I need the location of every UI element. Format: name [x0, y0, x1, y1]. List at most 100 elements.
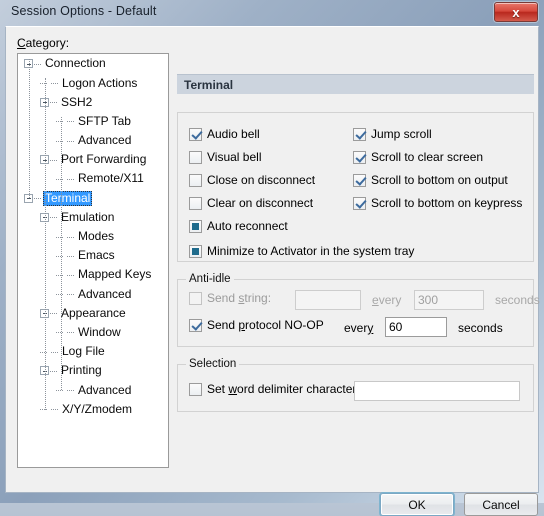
window-title: Session Options - Default: [11, 4, 157, 18]
tree-item-label: Emacs: [78, 248, 115, 263]
checkbox-label-scroll-to-clear-screen: Scroll to clear screen: [371, 150, 484, 164]
tree-item-label: SSH2: [61, 94, 93, 109]
tree-item-connection[interactable]: Connection: [18, 54, 168, 73]
tree-item-emulation[interactable]: Emulation: [18, 208, 168, 227]
selection-title: Selection: [186, 358, 240, 370]
title-bar: Session Options - Default x: [0, 0, 544, 28]
checkbox-clear-on-disconnect[interactable]: [189, 196, 202, 210]
send-string-every-label: every: [372, 293, 402, 307]
checkbox-scroll-to-clear-screen[interactable]: [353, 150, 366, 164]
checkbox-label-auto-reconnect: Auto reconnect: [207, 219, 288, 233]
send-string-seconds-label: seconds: [495, 293, 540, 307]
checkbox-label-audio-bell: Audio bell: [207, 127, 260, 141]
tree-item-label: Mapped Keys: [78, 267, 152, 282]
selection-group: Selection Set word delimiter characters:: [177, 358, 534, 412]
tree-item-label: Port Forwarding: [61, 152, 147, 167]
send-noop-interval-input[interactable]: [385, 317, 447, 337]
tree-item-label: Window: [78, 324, 121, 339]
tree-item-mapped-keys[interactable]: Mapped Keys: [18, 265, 168, 284]
tree-item-label: Emulation: [61, 209, 115, 224]
tree-item-advanced[interactable]: Advanced: [18, 380, 168, 399]
checkbox-row-scroll-to-clear-screen: Scroll to clear screen: [353, 150, 483, 164]
checkbox-audio-bell[interactable]: [189, 127, 202, 141]
checkbox-jump-scroll[interactable]: [353, 127, 366, 141]
checkbox-label-jump-scroll: Jump scroll: [371, 127, 432, 141]
ok-button[interactable]: OK: [380, 493, 454, 516]
tree-item-x-y-zmodem[interactable]: X/Y/Zmodem: [18, 399, 168, 418]
tree-item-label: X/Y/Zmodem: [62, 401, 133, 416]
close-glyph: x: [512, 4, 520, 20]
anti-idle-title: Anti-idle: [186, 273, 234, 285]
tree-item-ssh2[interactable]: SSH2: [18, 92, 168, 111]
set-word-delimiter-checkbox[interactable]: [189, 382, 202, 396]
tree-item-remote-x11[interactable]: Remote/X11: [18, 169, 168, 188]
terminal-options-group: Audio bell Visual bell Close on disconnect…: [177, 112, 534, 262]
tree-item-appearance[interactable]: Appearance: [18, 303, 168, 322]
tree-item-label: Advanced: [78, 286, 132, 301]
tree-item-printing[interactable]: Printing: [18, 361, 168, 380]
tree-item-label: Logon Actions: [62, 75, 138, 90]
word-delimiter-input[interactable]: [354, 381, 520, 401]
checkbox-label-scroll-to-bottom-on-keypress: Scroll to bottom on keypress: [371, 196, 523, 210]
cancel-button[interactable]: Cancel: [464, 493, 538, 516]
tree-item-emacs[interactable]: Emacs: [18, 246, 168, 265]
tree-item-terminal[interactable]: Terminal: [18, 188, 168, 207]
anti-idle-group: Anti-idle Send string: every seconds Sen…: [177, 273, 540, 347]
tree-item-label: Modes: [78, 229, 115, 244]
tree-item-logon-actions[interactable]: Logon Actions: [18, 73, 168, 92]
tree-item-label: SFTP Tab: [78, 113, 131, 128]
checkbox-row-scroll-to-bottom-on-output: Scroll to bottom on output: [353, 173, 508, 187]
checkbox-row-close-on-disconnect: Close on disconnect: [189, 173, 315, 187]
tree-item-log-file[interactable]: Log File: [18, 342, 168, 361]
checkbox-row-auto-reconnect: Auto reconnect: [189, 219, 288, 233]
send-string-input[interactable]: [295, 290, 361, 310]
send-noop-seconds-label: seconds: [458, 321, 503, 335]
tree-item-window[interactable]: Window: [18, 323, 168, 342]
checkbox-label-clear-on-disconnect: Clear on disconnect: [207, 196, 314, 210]
tree-item-advanced[interactable]: Advanced: [18, 131, 168, 150]
tree-item-modes[interactable]: Modes: [18, 227, 168, 246]
tree-item-label: Advanced: [78, 382, 132, 397]
checkbox-auto-reconnect[interactable]: [189, 219, 202, 233]
tree-item-sftp-tab[interactable]: SFTP Tab: [18, 112, 168, 131]
checkbox-row-audio-bell: Audio bell: [189, 127, 260, 141]
checkbox-row-minimize-to-activator-in-the-system-tray: Minimize to Activator in the system tray: [189, 244, 414, 258]
category-tree[interactable]: Connection Logon Actions SSH2 SFTP Tab Advan…: [17, 53, 169, 468]
checkbox-close-on-disconnect[interactable]: [189, 173, 202, 187]
category-label: Category:: [17, 36, 70, 50]
checkbox-label-close-on-disconnect: Close on disconnect: [207, 173, 316, 187]
tree-guide-line: [45, 78, 46, 410]
tree-item-label: Connection: [45, 56, 106, 71]
tree-item-label: Advanced: [78, 133, 132, 148]
set-word-delimiter-row: Set word delimiter characters:: [189, 382, 366, 396]
send-noop-checkbox[interactable]: [189, 318, 202, 332]
send-noop-label: Send protocol NO-OP: [207, 318, 324, 332]
checkbox-scroll-to-bottom-on-keypress[interactable]: [353, 196, 366, 210]
checkbox-minimize-to-activator-in-the-system-tray[interactable]: [189, 244, 202, 258]
send-string-label: Send string:: [207, 291, 272, 305]
checkbox-scroll-to-bottom-on-output[interactable]: [353, 173, 366, 187]
tree-guide-line: [29, 59, 30, 199]
session-options-dialog: Session Options - Default x Category: Co…: [0, 0, 544, 516]
checkbox-row-jump-scroll: Jump scroll: [353, 127, 432, 141]
tree-item-label: Appearance: [61, 305, 126, 320]
send-noop-every-label: every: [344, 321, 374, 335]
checkbox-label-minimize-to-activator-in-the-system-tray: Minimize to Activator in the system tray: [207, 244, 415, 258]
tree-item-label: Log File: [62, 344, 105, 359]
tree-guide-line: [61, 116, 62, 391]
checkbox-visual-bell[interactable]: [189, 150, 202, 164]
panel-header-title: Terminal: [184, 77, 234, 92]
checkbox-row-scroll-to-bottom-on-keypress: Scroll to bottom on keypress: [353, 196, 522, 210]
tree-item-label: Printing: [61, 363, 102, 378]
checkbox-row-visual-bell: Visual bell: [189, 150, 261, 164]
panel-header: Terminal: [177, 74, 534, 94]
send-string-row: Send string:: [189, 291, 271, 305]
tree-item-advanced[interactable]: Advanced: [18, 284, 168, 303]
set-word-delimiter-label: Set word delimiter characters:: [207, 382, 366, 396]
checkbox-label-scroll-to-bottom-on-output: Scroll to bottom on output: [371, 173, 508, 187]
send-string-interval-input[interactable]: [414, 290, 484, 310]
close-icon[interactable]: x: [494, 2, 538, 22]
tree-item-port-forwarding[interactable]: Port Forwarding: [18, 150, 168, 169]
checkbox-label-visual-bell: Visual bell: [207, 150, 262, 164]
send-string-checkbox[interactable]: [189, 291, 202, 305]
